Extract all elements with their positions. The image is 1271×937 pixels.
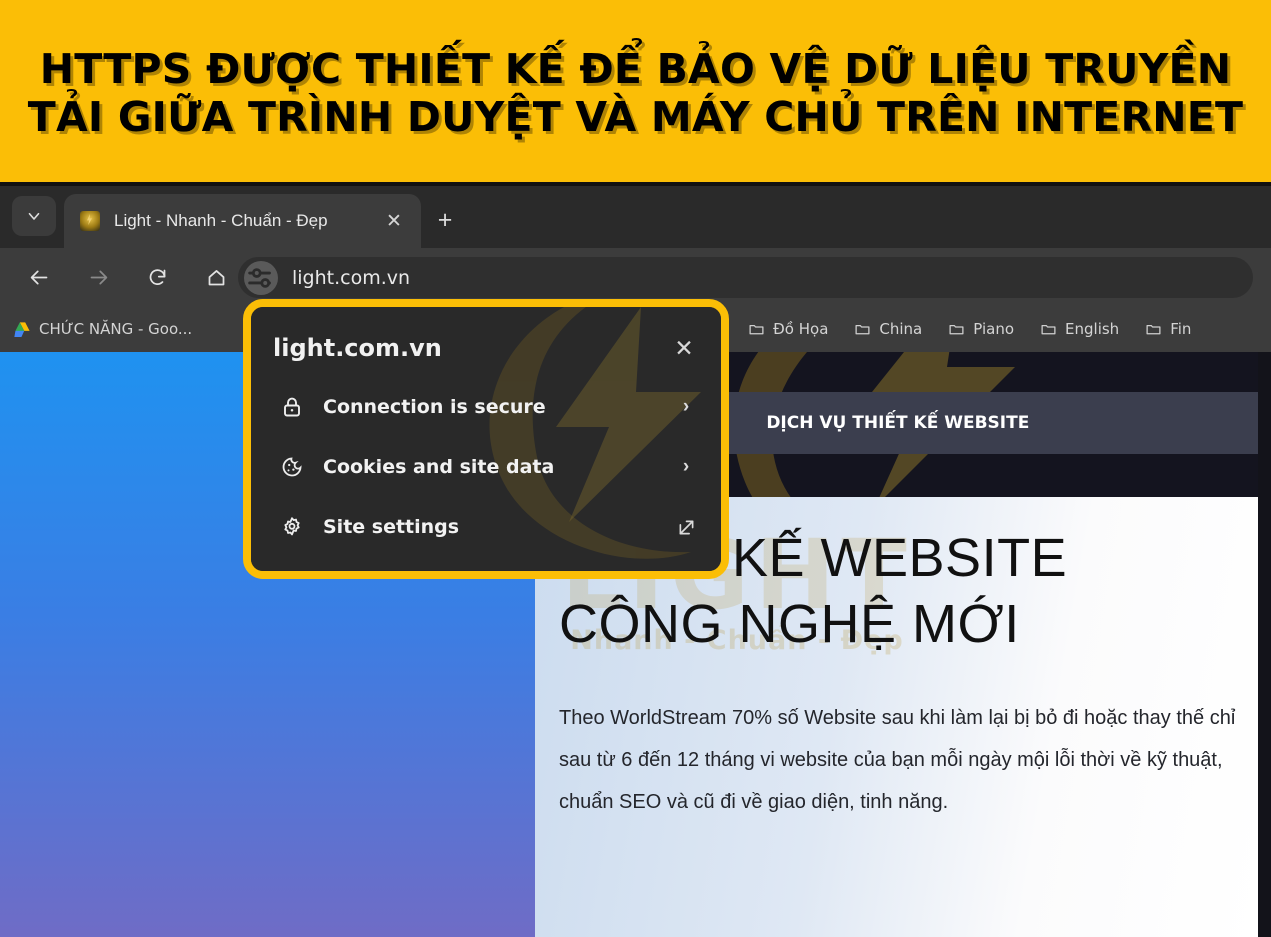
- tab-title: Light - Nhanh - Chuẩn - Đẹp: [114, 211, 328, 230]
- bookmark-item-english[interactable]: English: [1040, 320, 1119, 338]
- forward-button[interactable]: [78, 257, 118, 297]
- popup-row-label: Connection is secure: [323, 396, 546, 418]
- tune-sliders-icon: [248, 267, 271, 288]
- tab-close-button[interactable]: ✕: [381, 208, 407, 234]
- site-info-button[interactable]: [244, 260, 278, 295]
- bookmark-item-do-hoa[interactable]: Đồ Họa: [748, 320, 828, 338]
- bookmark-label: China: [879, 320, 923, 338]
- bookmark-item-drive[interactable]: CHỨC NĂNG - Goo...: [14, 320, 192, 338]
- google-drive-icon: [14, 321, 30, 337]
- cookie-icon: [279, 454, 305, 480]
- bookmark-item-china[interactable]: China: [854, 320, 922, 338]
- home-icon: [208, 269, 224, 285]
- browser-tab-active[interactable]: Light - Nhanh - Chuẩn - Đẹp ✕: [64, 194, 421, 248]
- banner-line-1: HTTPS ĐƯỢC THIẾT KẾ ĐỂ BẢO VỆ DỮ LIỆU TR…: [39, 45, 1232, 93]
- nav-item-dich-vu[interactable]: DỊCH VỤ THIẾT KẾ WEBSITE: [766, 413, 1029, 433]
- new-tab-button[interactable]: +: [428, 203, 462, 237]
- address-bar-url: light.com.vn: [292, 266, 411, 289]
- lock-icon: [279, 394, 305, 420]
- folder-icon: [1041, 324, 1056, 334]
- bookmark-label: English: [1065, 320, 1120, 338]
- popup-inner: light.com.vn ✕ Connection is secure › Co…: [251, 307, 721, 571]
- back-button[interactable]: [19, 257, 59, 297]
- bookmark-item-fin[interactable]: Fin: [1145, 320, 1191, 338]
- chevron-down-icon: [28, 212, 40, 220]
- popup-header: light.com.vn ✕: [251, 307, 721, 363]
- popup-title: light.com.vn: [273, 334, 442, 362]
- chevron-right-icon: ›: [682, 396, 690, 417]
- bookmark-label: CHỨC NĂNG - Goo...: [39, 320, 193, 338]
- bookmark-label: Piano: [973, 320, 1015, 338]
- tab-strip: Light - Nhanh - Chuẩn - Đẹp ✕ +: [0, 186, 1271, 248]
- page-right-edge: [1258, 352, 1271, 937]
- folder-icon: [1146, 324, 1161, 334]
- bookmark-label: Đồ Họa: [773, 320, 829, 338]
- hero-title-line-2: CÔNG NGHỆ MỚI: [559, 594, 1020, 654]
- popup-row-connection-secure[interactable]: Connection is secure ›: [251, 377, 721, 437]
- hero-body-paragraph: Theo WorldStream 70% số Website sau khi …: [559, 707, 1236, 813]
- reload-icon: [149, 268, 165, 285]
- external-link-icon: [673, 517, 699, 538]
- popup-row-label: Cookies and site data: [323, 456, 555, 478]
- instruction-banner: HTTPS ĐƯỢC THIẾT KẾ ĐỂ BẢO VỆ DỮ LIỆU TR…: [0, 0, 1271, 186]
- bookmark-label: Fin: [1170, 320, 1192, 338]
- folder-icon: [855, 324, 870, 334]
- reload-button[interactable]: [137, 257, 177, 297]
- gear-icon: [279, 514, 305, 540]
- screenshot-root: HTTPS ĐƯỢC THIẾT KẾ ĐỂ BẢO VỆ DỮ LIỆU TR…: [0, 0, 1271, 937]
- tab-search-button[interactable]: [12, 196, 56, 236]
- home-button[interactable]: [196, 257, 236, 297]
- popup-close-button[interactable]: ✕: [669, 333, 699, 363]
- address-bar[interactable]: light.com.vn: [238, 257, 1253, 298]
- popup-row-site-settings[interactable]: Site settings: [251, 497, 721, 557]
- banner-line-2: TẢI GIỮA TRÌNH DUYỆT VÀ MÁY CHỦ TRÊN INT…: [27, 93, 1244, 141]
- arrow-right-icon: [90, 270, 107, 284]
- browser-toolbar: light.com.vn: [0, 248, 1271, 306]
- folder-icon: [949, 324, 964, 334]
- arrow-left-icon: [30, 270, 47, 284]
- popup-row-label: Site settings: [323, 516, 460, 538]
- chevron-right-icon: ›: [682, 456, 690, 477]
- folder-icon: [749, 324, 764, 334]
- site-information-popup: light.com.vn ✕ Connection is secure › Co…: [243, 299, 729, 579]
- bookmark-item-piano[interactable]: Piano: [948, 320, 1014, 338]
- popup-row-cookies[interactable]: Cookies and site data ›: [251, 437, 721, 497]
- light-favicon: [80, 211, 100, 231]
